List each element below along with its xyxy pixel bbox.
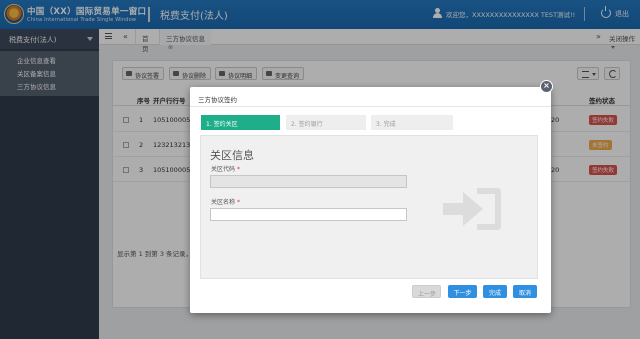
- section-title: 关区信息: [210, 149, 254, 162]
- customs-name-label-text: 关区名称: [211, 199, 236, 206]
- customs-code-input[interactable]: [210, 175, 407, 188]
- required-mark: *: [236, 199, 240, 206]
- step-customs: 1. 签约关区: [201, 115, 280, 130]
- sign-agreement-dialog: 三方协议签约 1. 签约关区 2. 签约银行 3. 完成 关区信息 关区代码 *…: [190, 87, 551, 313]
- finish-button[interactable]: 完成: [483, 285, 507, 298]
- customs-name-label: 关区名称 *: [211, 197, 240, 206]
- dialog-title: 三方协议签约: [198, 96, 237, 104]
- sign-in-icon: [443, 188, 501, 230]
- cancel-button[interactable]: 取消: [513, 285, 537, 298]
- customs-name-input[interactable]: [210, 208, 407, 221]
- customs-code-label-text: 关区代码: [211, 166, 236, 173]
- prev-step-button[interactable]: 上一步: [412, 285, 441, 298]
- step-bank: 2. 签约银行: [286, 115, 366, 130]
- step-finish: 3. 完成: [371, 115, 453, 130]
- dialog-divider: [190, 106, 551, 107]
- required-mark: *: [236, 166, 240, 173]
- next-step-button[interactable]: 下一步: [448, 285, 477, 298]
- close-icon[interactable]: ×: [540, 80, 553, 93]
- dialog-form-area: 关区信息 关区代码 * 关区名称 *: [200, 135, 538, 279]
- customs-code-label: 关区代码 *: [211, 164, 240, 173]
